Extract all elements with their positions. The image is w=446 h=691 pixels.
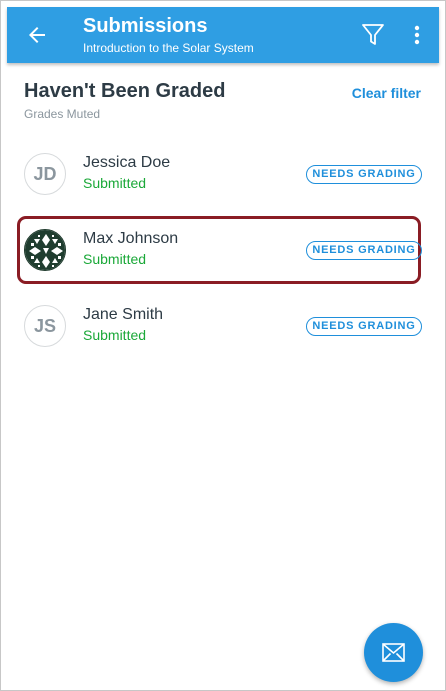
student-name: Jessica Doe: [83, 154, 171, 171]
needs-grading-badge: NEEDS GRADING: [306, 241, 422, 260]
submission-row[interactable]: JS Jane Smith Submitted NEEDS GRADING: [7, 291, 439, 361]
filter-title: Haven't Been Graded: [24, 80, 226, 102]
back-button[interactable]: [25, 23, 49, 47]
avatar: JD: [24, 153, 66, 195]
submission-status: Submitted: [83, 327, 147, 343]
student-name: Jane Smith: [83, 306, 164, 323]
filter-button[interactable]: [361, 22, 385, 48]
more-vert-icon: [414, 25, 420, 45]
avatar: [24, 229, 66, 271]
filter-icon: [362, 24, 384, 45]
app-bar: Submissions Introduction to the Solar Sy…: [7, 7, 439, 63]
submission-row[interactable]: Max Johnson Submitted NEEDS GRADING: [7, 215, 439, 285]
mail-icon: [382, 643, 405, 662]
page-title: Submissions: [83, 15, 208, 37]
message-button[interactable]: [364, 623, 423, 682]
app-screen: Submissions Introduction to the Solar Sy…: [0, 0, 446, 691]
submission-status: Submitted: [83, 251, 147, 267]
avatar: JS: [24, 305, 66, 347]
course-subtitle: Introduction to the Solar System: [83, 41, 254, 55]
clear-filter-link[interactable]: Clear filter: [352, 85, 421, 101]
needs-grading-badge: NEEDS GRADING: [306, 317, 422, 336]
grades-muted-label: Grades Muted: [24, 107, 101, 121]
overflow-menu-button[interactable]: [409, 23, 425, 47]
submission-status: Submitted: [83, 175, 147, 191]
pattern-avatar-image: [25, 230, 65, 270]
submission-row[interactable]: JD Jessica Doe Submitted NEEDS GRADING: [7, 139, 439, 209]
arrow-left-icon: [29, 27, 45, 43]
needs-grading-badge: NEEDS GRADING: [306, 165, 422, 184]
student-name: Max Johnson: [83, 230, 179, 247]
